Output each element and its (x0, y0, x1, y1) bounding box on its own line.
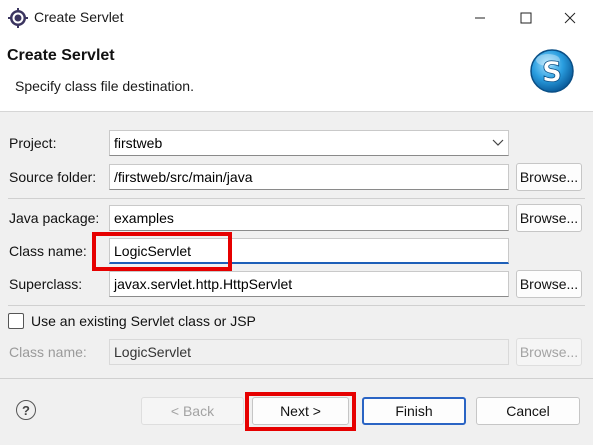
browse-superclass-button[interactable]: Browse... (516, 270, 582, 298)
highlight-box-class-name (92, 232, 232, 271)
close-icon (564, 12, 576, 24)
window-title: Create Servlet (34, 9, 124, 25)
use-existing-checkbox[interactable] (8, 313, 24, 329)
back-button: < Back (141, 397, 244, 425)
source-folder-field[interactable]: /firstweb/src/main/java (109, 164, 509, 190)
servlet-wizard-icon: S (527, 46, 577, 96)
superclass-label: Superclass: (9, 276, 83, 292)
source-folder-label: Source folder: (9, 169, 97, 185)
project-combo[interactable]: firstweb (109, 130, 509, 156)
separator (8, 198, 585, 199)
page-description: Specify class file destination. (15, 78, 194, 94)
help-icon[interactable]: ? (16, 400, 36, 420)
page-title: Create Servlet (7, 47, 115, 64)
project-label: Project: (9, 135, 57, 151)
browse-source-folder-button[interactable]: Browse... (516, 163, 582, 191)
minimize-button[interactable] (457, 0, 503, 36)
existing-class-name-label: Class name: (9, 344, 87, 360)
finish-button[interactable]: Finish (362, 397, 466, 425)
browse-existing-class-button: Browse... (516, 338, 582, 366)
separator (8, 305, 585, 306)
maximize-icon (520, 12, 532, 24)
java-package-field[interactable]: examples (109, 205, 509, 231)
superclass-field[interactable]: javax.servlet.http.HttpServlet (109, 271, 509, 297)
app-icon (8, 8, 28, 28)
cancel-button[interactable]: Cancel (476, 397, 580, 425)
browse-package-button[interactable]: Browse... (516, 204, 582, 232)
minimize-icon (475, 17, 485, 19)
existing-class-name-field: LogicServlet (109, 339, 509, 365)
highlight-box-next (245, 392, 356, 431)
close-button[interactable] (547, 0, 593, 36)
use-existing-label[interactable]: Use an existing Servlet class or JSP (31, 313, 256, 329)
maximize-button[interactable] (503, 0, 549, 36)
footer-separator (0, 378, 593, 379)
svg-text:S: S (542, 55, 562, 88)
java-package-label: Java package: (9, 210, 100, 226)
chevron-down-icon (492, 139, 504, 146)
class-name-label: Class name: (9, 243, 87, 259)
project-value: firstweb (114, 135, 163, 151)
